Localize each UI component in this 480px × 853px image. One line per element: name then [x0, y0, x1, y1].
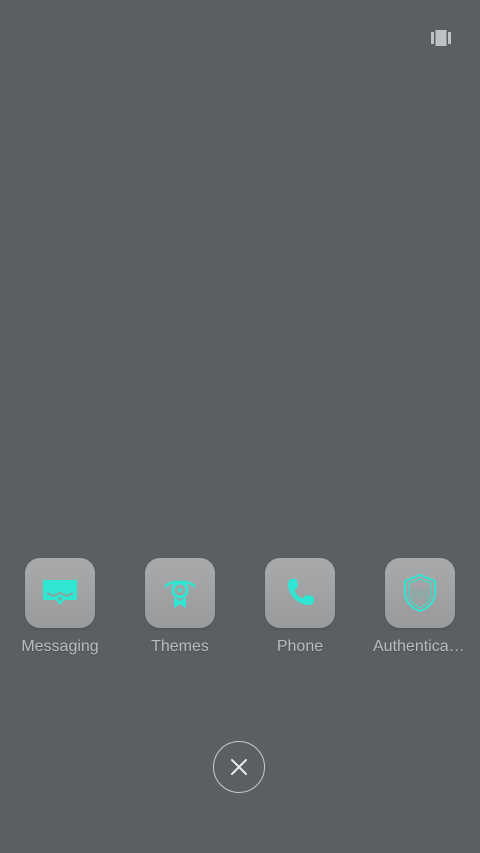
- app-themes[interactable]: Themes: [120, 558, 240, 668]
- app-label: Themes: [151, 638, 209, 655]
- app-tile-authenticator[interactable]: [385, 558, 455, 628]
- app-label: Authenticat…: [373, 638, 468, 655]
- message-bubble-icon: [43, 580, 77, 605]
- themes-ribbon-icon: [163, 580, 197, 608]
- app-phone[interactable]: Phone: [240, 558, 360, 668]
- app-tile-messaging[interactable]: [25, 558, 95, 628]
- phone-handset-icon: [288, 579, 314, 605]
- app-tile-themes[interactable]: [145, 558, 215, 628]
- app-row: Messaging Themes Phone Authenticat…: [0, 558, 480, 668]
- shield-icon: [404, 573, 436, 613]
- app-messaging[interactable]: Messaging: [0, 558, 120, 668]
- app-label: Messaging: [21, 638, 99, 655]
- close-icon: [231, 759, 247, 775]
- close-button[interactable]: [213, 741, 265, 793]
- app-authenticator[interactable]: Authenticat…: [360, 558, 480, 668]
- card-stack-icon[interactable]: [431, 30, 451, 46]
- app-label: Phone: [276, 638, 324, 655]
- app-tile-phone[interactable]: [265, 558, 335, 628]
